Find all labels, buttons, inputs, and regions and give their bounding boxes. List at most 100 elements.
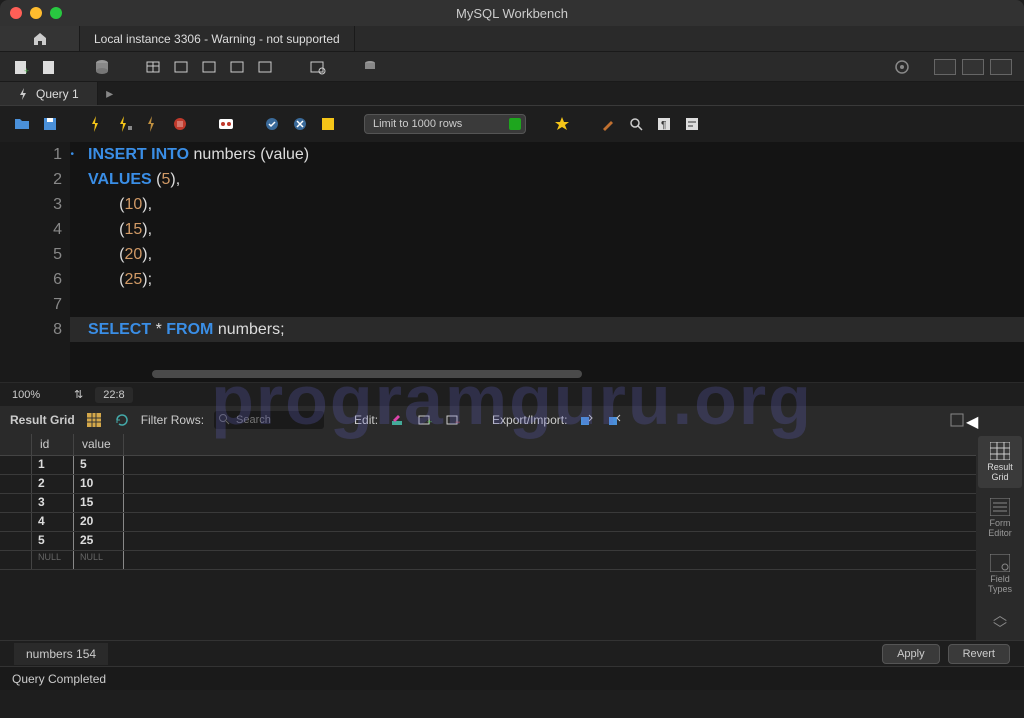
table-row[interactable]: 315 <box>0 494 976 513</box>
reconnect-icon[interactable] <box>360 57 380 77</box>
table-row[interactable]: 420 <box>0 513 976 532</box>
create-view-icon[interactable] <box>172 57 192 77</box>
code-area[interactable]: INSERT INTO numbers (value) VALUES (5), … <box>70 142 1024 382</box>
filter-input[interactable] <box>214 411 324 429</box>
window-titlebar: MySQL Workbench <box>0 0 1024 26</box>
result-side-panel: ◀ Result Grid Form Editor Field Types ︿ … <box>976 406 1024 640</box>
minimize-window-button[interactable] <box>30 7 42 19</box>
close-window-button[interactable] <box>10 7 22 19</box>
svg-text:¶: ¶ <box>661 120 666 131</box>
open-file-icon[interactable] <box>12 114 32 134</box>
window-title: MySQL Workbench <box>456 6 568 21</box>
svg-text:+: + <box>427 417 432 427</box>
zoom-select[interactable]: 100% <box>12 389 62 401</box>
column-header-value[interactable]: value <box>74 434 124 455</box>
connection-tab-row: Local instance 3306 - Warning - not supp… <box>0 26 1024 52</box>
toggle-sidebar-right[interactable] <box>990 59 1012 75</box>
wrap-cell-icon[interactable] <box>948 411 966 429</box>
lightning-icon <box>18 88 30 100</box>
field-types-icon <box>990 554 1010 572</box>
result-status-row: numbers 154 Apply Revert <box>0 640 1024 666</box>
grid-icon <box>990 442 1010 460</box>
table-row[interactable]: 210 <box>0 475 976 494</box>
query-tab-bar: Query 1 ▸ <box>0 82 1024 106</box>
row-limit-select[interactable]: Limit to 1000 rows <box>364 114 526 134</box>
rollback-icon[interactable] <box>290 114 310 134</box>
new-sql-tab-icon[interactable]: + <box>12 57 32 77</box>
statusbar: Query Completed <box>0 666 1024 690</box>
line-gutter: 1 2 3 4 5 6 7 8 <box>0 142 70 382</box>
zoom-stepper[interactable]: ⇅ <box>74 388 83 401</box>
expand-tabs-button[interactable]: ▸ <box>98 82 122 105</box>
sql-editor[interactable]: 1 2 3 4 5 6 7 8 INSERT INTO numbers (val… <box>0 142 1024 382</box>
home-tab[interactable] <box>0 26 80 51</box>
edit-row-icon[interactable] <box>388 411 406 429</box>
scroll-up-icon[interactable]: ︿ <box>993 610 1007 620</box>
settings-icon[interactable] <box>892 57 912 77</box>
query-tab-label: Query 1 <box>36 87 79 101</box>
side-form-editor[interactable]: Form Editor <box>978 492 1022 544</box>
search-table-data-icon[interactable] <box>308 57 328 77</box>
wrap-icon[interactable] <box>682 114 702 134</box>
result-toolbar: Result Grid Filter Rows: Edit: + − Expor… <box>0 406 976 434</box>
open-sql-icon[interactable] <box>40 57 60 77</box>
revert-button[interactable]: Revert <box>948 644 1010 664</box>
main-toolbar: + <box>0 52 1024 82</box>
cursor-position: 22:8 <box>95 387 132 403</box>
filter-label: Filter Rows: <box>141 413 204 427</box>
create-index-icon[interactable] <box>256 57 276 77</box>
column-header-id[interactable]: id <box>32 434 74 455</box>
horizontal-scrollbar[interactable] <box>152 370 582 378</box>
status-text: Query Completed <box>12 672 106 686</box>
toggle-panel-bottom[interactable] <box>962 59 984 75</box>
create-schema-icon[interactable] <box>92 57 112 77</box>
query-tab-1[interactable]: Query 1 <box>0 82 98 105</box>
execute-icon[interactable] <box>86 114 106 134</box>
search-icon <box>218 413 230 425</box>
toggle-autocommit-icon[interactable] <box>216 114 236 134</box>
refresh-icon[interactable] <box>113 411 131 429</box>
grid-icon[interactable] <box>85 411 103 429</box>
toggle-sidebar-left[interactable] <box>934 59 956 75</box>
connection-tab[interactable]: Local instance 3306 - Warning - not supp… <box>80 26 355 51</box>
invisible-chars-icon[interactable]: ¶ <box>654 114 674 134</box>
edit-label: Edit: <box>354 413 378 427</box>
result-grid-label: Result Grid <box>10 413 75 427</box>
table-row[interactable]: 15 <box>0 456 976 475</box>
result-area: Result Grid Filter Rows: Edit: + − Expor… <box>0 406 1024 640</box>
save-file-icon[interactable] <box>40 114 60 134</box>
result-tab[interactable]: numbers 154 <box>14 643 108 665</box>
apply-button[interactable]: Apply <box>882 644 940 664</box>
delete-row-icon[interactable]: − <box>444 411 462 429</box>
export-icon[interactable] <box>577 411 595 429</box>
table-row-null[interactable]: NULLNULL <box>0 551 976 570</box>
favorite-icon[interactable] <box>552 114 572 134</box>
scroll-down-icon[interactable]: ﹀ <box>993 624 1007 634</box>
svg-text:+: + <box>24 66 29 76</box>
create-procedure-icon[interactable] <box>200 57 220 77</box>
add-row-icon[interactable]: + <box>416 411 434 429</box>
execute-current-icon[interactable] <box>114 114 134 134</box>
form-icon <box>990 498 1010 516</box>
export-label: Export/Import: <box>492 413 567 427</box>
svg-text:−: − <box>455 417 460 427</box>
grid-header: id value <box>0 434 976 456</box>
result-grid[interactable]: id value 15 210 315 420 525 NULLNULL <box>0 434 976 640</box>
home-icon <box>32 31 48 47</box>
explain-icon[interactable] <box>142 114 162 134</box>
editor-status-row: 100% ⇅ 22:8 <box>0 382 1024 406</box>
find-icon[interactable] <box>626 114 646 134</box>
side-field-types[interactable]: Field Types <box>978 548 1022 600</box>
beautify-icon[interactable] <box>598 114 618 134</box>
editor-toolbar: Limit to 1000 rows ¶ <box>0 106 1024 142</box>
create-table-icon[interactable] <box>144 57 164 77</box>
commit-icon[interactable] <box>262 114 282 134</box>
grid-body: 15 210 315 420 525 NULLNULL <box>0 456 976 570</box>
stop-icon[interactable] <box>170 114 190 134</box>
table-row[interactable]: 525 <box>0 532 976 551</box>
side-result-grid[interactable]: Result Grid <box>978 436 1022 488</box>
create-function-icon[interactable] <box>228 57 248 77</box>
maximize-window-button[interactable] <box>50 7 62 19</box>
toggle-limit-icon[interactable] <box>318 114 338 134</box>
import-icon[interactable] <box>605 411 623 429</box>
